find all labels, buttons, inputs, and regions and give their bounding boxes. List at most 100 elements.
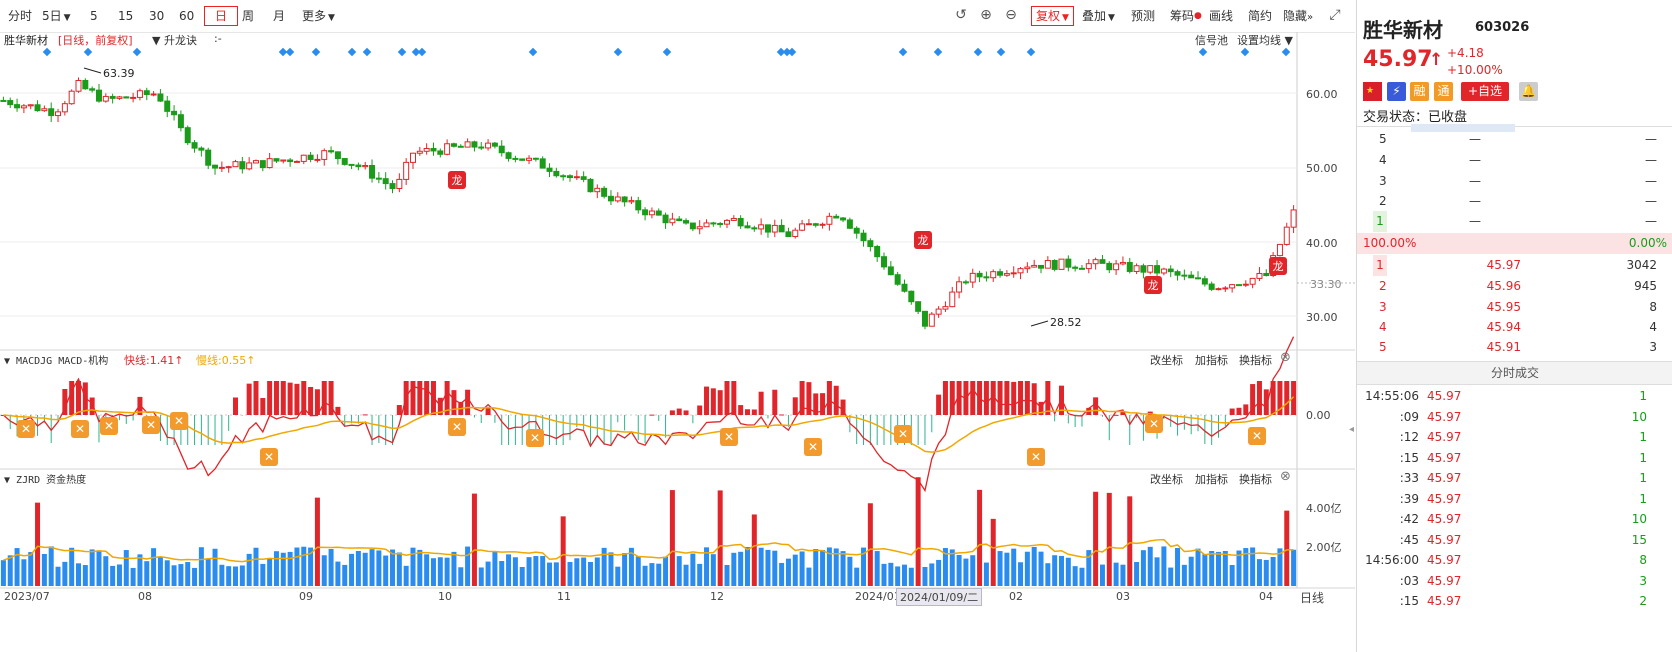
- candle-down: [662, 214, 669, 224]
- candle-up: [758, 224, 765, 230]
- forecast-button[interactable]: 预测: [1127, 6, 1159, 26]
- candle-down: [1174, 271, 1181, 276]
- capital-bar-hot: [1284, 510, 1290, 586]
- tab-5min[interactable]: 5: [86, 6, 102, 26]
- signal-pool-button[interactable]: 信号池: [1195, 32, 1228, 48]
- close-icon[interactable]: ⊗: [1280, 469, 1291, 484]
- tab-60min[interactable]: 60: [175, 6, 198, 26]
- buy-sell-ratio: 100.00% 0.00%: [1357, 233, 1672, 254]
- candle-down: [519, 158, 526, 161]
- kline-chart-canvas[interactable]: 龙龙龙龙✕ ✕ ✕ ✕ ✕✕✕✕ ✕✕✕✕✕✕: [0, 32, 1355, 652]
- tab-week[interactable]: 周: [238, 6, 258, 26]
- candle-down: [887, 266, 894, 276]
- capital-bar: [369, 549, 375, 586]
- zoom-in-icon[interactable]: ⊕: [978, 7, 994, 23]
- more-menu[interactable]: 更多 ▼: [298, 6, 339, 26]
- add-indicator-button[interactable]: 加指标: [1195, 352, 1228, 368]
- capital-bar: [157, 556, 163, 586]
- tab-day[interactable]: 日: [204, 6, 238, 26]
- chips-button[interactable]: 筹码●: [1166, 6, 1206, 26]
- bell-icon[interactable]: 🔔: [1519, 82, 1538, 101]
- crosshair-date-label: 2024/01/09/二: [896, 588, 983, 606]
- macd-bar-up: [362, 414, 368, 416]
- candle-up: [136, 90, 143, 98]
- change-coord-button[interactable]: 改坐标: [1150, 471, 1183, 487]
- tick-price: 45.97: [1427, 389, 1462, 403]
- candle-down: [560, 175, 567, 178]
- tick-volume: 3: [1639, 573, 1647, 588]
- lightning-icon[interactable]: ⚡: [1387, 82, 1406, 101]
- buy-volume: 945: [1634, 279, 1657, 293]
- signal-diamond-icon: [347, 47, 357, 57]
- sell-price: —: [1469, 174, 1481, 188]
- candle-down: [676, 218, 683, 222]
- overlay-dropdown[interactable]: 叠加 ▼: [1078, 6, 1119, 26]
- candle-up: [55, 111, 62, 117]
- price-axis-label: 50.00: [1306, 162, 1338, 175]
- capital-bar: [478, 567, 484, 586]
- tick-volume: 1: [1639, 471, 1647, 485]
- candle-up: [396, 178, 403, 189]
- zoom-out-icon[interactable]: ⊖: [1003, 7, 1019, 23]
- candle-up: [75, 79, 82, 92]
- capital-bar: [335, 561, 341, 586]
- candle-down: [1126, 261, 1133, 272]
- capital-bar: [355, 551, 361, 586]
- set-ma-button[interactable]: 设置均线 ▼: [1237, 32, 1293, 48]
- capital-bar: [963, 558, 969, 586]
- sell-level: 3: [1379, 174, 1387, 188]
- capital-bar: [144, 561, 150, 586]
- tab-5day[interactable]: 5日 ▼: [38, 6, 75, 26]
- fuquan-dropdown[interactable]: 复权 ▼: [1031, 6, 1074, 26]
- swap-indicator-button[interactable]: 换指标: [1239, 471, 1272, 487]
- candle-down: [812, 223, 819, 226]
- capital-bar: [55, 566, 61, 586]
- add-watchlist-button[interactable]: +自选: [1461, 82, 1509, 101]
- margin-badge[interactable]: 融: [1410, 82, 1429, 101]
- capital-bar: [888, 562, 894, 586]
- candle-up: [526, 157, 533, 161]
- candle-down: [566, 175, 573, 179]
- macd-bar-up: [751, 409, 757, 415]
- add-indicator-button[interactable]: 加指标: [1195, 471, 1228, 487]
- fullscreen-icon[interactable]: ⤢: [1327, 7, 1343, 23]
- tab-30min[interactable]: 30: [145, 6, 168, 26]
- candle-down: [0, 99, 7, 102]
- simple-mode-button[interactable]: 简约: [1244, 6, 1276, 26]
- capital-bar: [683, 564, 689, 586]
- candle-down: [14, 104, 21, 109]
- candle-down: [328, 150, 335, 153]
- buy-volume: 8: [1649, 300, 1657, 314]
- tab-fenshi[interactable]: 分时: [4, 6, 36, 26]
- candle-up: [573, 176, 580, 179]
- macd-bar-up: [1256, 381, 1262, 415]
- candle-down: [1038, 264, 1045, 269]
- capital-bar: [437, 557, 443, 586]
- connect-badge[interactable]: 通: [1434, 82, 1453, 101]
- capital-bar: [342, 564, 348, 586]
- tick-row: :15 45.97 2: [1357, 591, 1672, 612]
- sell-level: 5: [1379, 132, 1387, 146]
- candle-down: [546, 167, 553, 172]
- hide-button[interactable]: 隐藏»: [1279, 6, 1317, 26]
- sell-level-row: 1 — —: [1357, 211, 1672, 232]
- macd-bar-up: [451, 390, 457, 415]
- candle-up: [444, 143, 451, 155]
- sell-level-row: 5 — —: [1357, 129, 1672, 150]
- indicator-select[interactable]: ▼ 升龙诀: [152, 32, 197, 48]
- tab-15min[interactable]: 15: [114, 6, 137, 26]
- capital-bar: [76, 563, 82, 586]
- undo-icon[interactable]: ↺: [953, 7, 969, 23]
- tab-month[interactable]: 月: [269, 6, 289, 26]
- candle-down: [737, 217, 744, 227]
- signal-diamond-icon: [787, 47, 797, 57]
- close-icon[interactable]: ⊗: [1280, 350, 1291, 365]
- candle-up: [1017, 268, 1024, 274]
- collapse-handle-icon[interactable]: ◂: [1349, 420, 1357, 440]
- macd-bar-up: [294, 383, 300, 415]
- swap-indicator-button[interactable]: 换指标: [1239, 352, 1272, 368]
- draw-line-button[interactable]: 画线: [1205, 6, 1237, 26]
- candle-up: [614, 196, 621, 202]
- change-coord-button[interactable]: 改坐标: [1150, 352, 1183, 368]
- china-flag-icon: ★: [1363, 82, 1382, 101]
